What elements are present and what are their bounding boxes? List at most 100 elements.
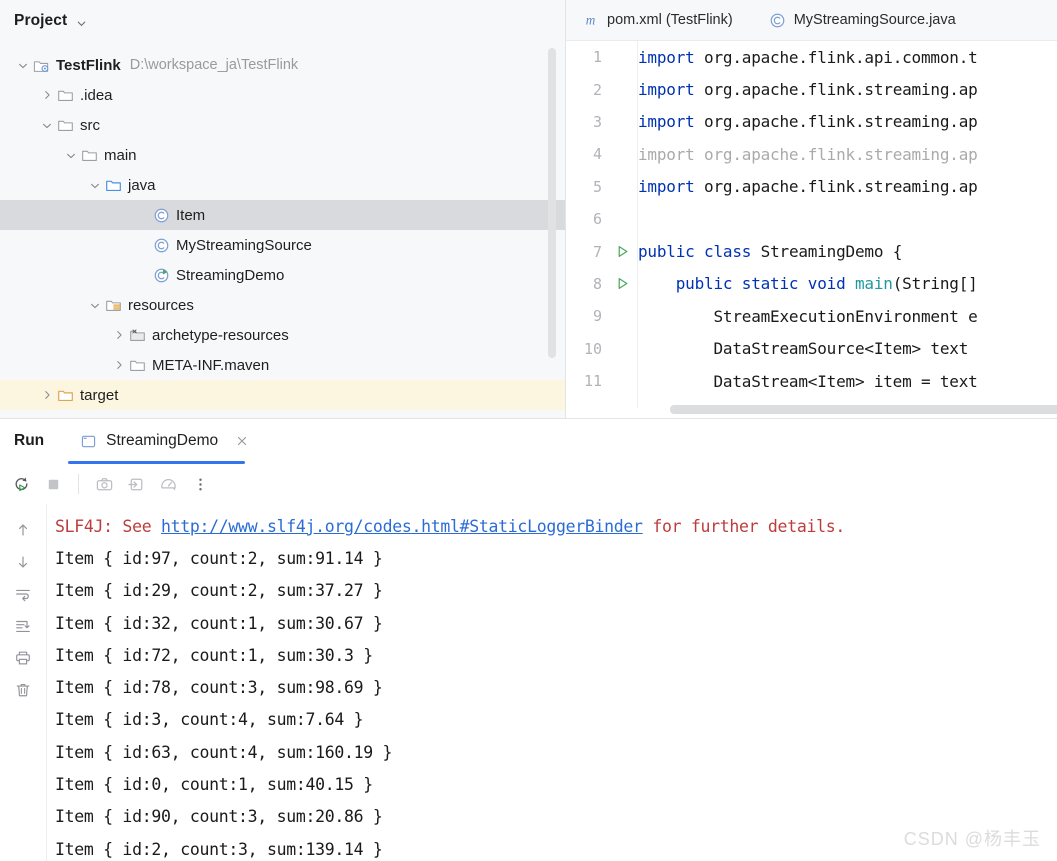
soft-wrap-icon[interactable] (7, 578, 39, 610)
console-line: Item { id:3, count:4, sum:7.64 } (55, 710, 364, 730)
rerun-button[interactable] (6, 469, 36, 499)
scroll-end-icon[interactable] (7, 610, 39, 642)
run-panel-title: Run (14, 432, 45, 449)
camera-icon[interactable] (89, 469, 119, 499)
console-area: SLF4J: See http://www.slf4j.org/codes.ht… (0, 504, 1057, 861)
tree-node-java[interactable]: java (0, 170, 566, 200)
tree-node-target[interactable]: target (0, 380, 566, 410)
svg-text:m: m (586, 12, 596, 27)
run-toolbar (0, 464, 1057, 504)
trash-icon[interactable] (7, 674, 39, 706)
code-line: 10 DataStreamSource<Item> text (566, 333, 1057, 365)
source-root-icon (104, 176, 122, 194)
tree-node--idea[interactable]: .idea (0, 80, 566, 110)
chevron-right-icon[interactable] (38, 386, 56, 404)
code-editor[interactable]: 1 import org.apache.flink.api.common.t 2 im… (566, 41, 1057, 418)
tree-node-label: TestFlink (56, 56, 121, 74)
editor-tab-label: MyStreamingSource.java (793, 12, 956, 28)
chevron-right-icon[interactable] (110, 356, 128, 374)
chevron-down-icon[interactable] (86, 296, 104, 314)
tree-node-archetype-resources[interactable]: archetype-resources (0, 320, 566, 350)
code-line: 5 import org.apache.flink.streaming.ap (566, 171, 1057, 203)
close-icon[interactable] (235, 434, 249, 448)
code-text: import org.apache.flink.streaming.ap (638, 80, 978, 100)
project-tree-scrollbar[interactable] (548, 48, 556, 358)
line-number: 8 (592, 274, 602, 293)
arrow-down-icon[interactable] (7, 546, 39, 578)
run-config-icon (80, 433, 97, 450)
maven-icon: m (582, 12, 599, 29)
export-icon[interactable] (121, 469, 151, 499)
code-text: DataStream<Item> item = text (638, 371, 978, 391)
run-tool-window: Run StreamingDemo SLF4J: See http://www.… (0, 418, 1057, 861)
project-panel-header[interactable]: Project (0, 0, 566, 42)
console-line-slf4j: SLF4J: See http://www.slf4j.org/codes.ht… (55, 510, 1057, 542)
console-line: Item { id:63, count:4, sum:160.19 } (55, 742, 393, 762)
console-hyperlink[interactable]: http://www.slf4j.org/codes.html#StaticLo… (161, 517, 643, 536)
tree-node-label: archetype-resources (152, 326, 289, 344)
chevron-down-icon[interactable] (14, 56, 32, 74)
editor-tab-pom[interactable]: m pom.xml (TestFlink) (566, 0, 753, 40)
editor-tab-mystreamingsource[interactable]: MyStreamingSource.java (753, 0, 976, 40)
folder-icon (56, 86, 74, 104)
run-tab-streamingdemo[interactable]: StreamingDemo (68, 418, 259, 464)
chevron-down-icon[interactable] (38, 116, 56, 134)
editor-tabbar[interactable]: m pom.xml (TestFlink) MyStreamingSource.j… (566, 0, 1057, 40)
more-vertical-icon[interactable] (185, 469, 215, 499)
tree-node-label: StreamingDemo (176, 266, 285, 284)
arrow-up-icon[interactable] (7, 514, 39, 546)
code-line: 3 import org.apache.flink.streaming.ap (566, 106, 1057, 138)
code-line: 11 DataStream<Item> item = text (566, 365, 1057, 397)
line-number: 7 (592, 242, 602, 261)
code-line: 9 StreamExecutionEnvironment e (566, 300, 1057, 332)
tree-node-resources[interactable]: resources (0, 290, 566, 320)
editor-horizontal-scrollbar[interactable] (644, 405, 1057, 414)
tree-node-label: META-INF.maven (152, 356, 270, 374)
tree-node-meta-inf-maven[interactable]: META-INF.maven (0, 350, 566, 380)
tree-node-main[interactable]: main (0, 140, 566, 170)
active-tab-indicator (68, 461, 246, 464)
tree-node-label: MyStreamingSource (176, 236, 312, 254)
line-number: 11 (583, 372, 602, 391)
tree-node-testflink[interactable]: TestFlink D:\workspace_ja\TestFlink (0, 50, 566, 80)
code-line: 6 (566, 203, 1057, 235)
project-tree[interactable]: TestFlink D:\workspace_ja\TestFlink .idea… (0, 42, 566, 410)
stop-button[interactable] (38, 469, 68, 499)
gauge-icon[interactable] (153, 469, 183, 499)
java-class-icon (152, 236, 170, 254)
run-gutter-icon[interactable] (606, 276, 638, 291)
code-line: 1 import org.apache.flink.api.common.t (566, 41, 1057, 73)
chevron-down-icon[interactable] (76, 16, 87, 27)
tree-node-streamingdemo[interactable]: StreamingDemo (0, 260, 566, 290)
chevron-right-icon[interactable] (38, 86, 56, 104)
code-text: DataStreamSource<Item> text (638, 339, 969, 359)
code-line: 7 public class StreamingDemo { (566, 235, 1057, 267)
project-panel-title: Project (14, 12, 68, 29)
top-split: Project TestFlink D:\workspace_ja\TestFli… (0, 0, 1057, 418)
console-output[interactable]: SLF4J: See http://www.slf4j.org/codes.ht… (47, 504, 1057, 861)
tree-node-item[interactable]: Item (0, 200, 566, 230)
line-number: 3 (592, 112, 602, 131)
console-line: Item { id:97, count:2, sum:91.14 } (55, 548, 383, 568)
printer-icon[interactable] (7, 642, 39, 674)
code-text: import org.apache.flink.streaming.ap (638, 112, 978, 132)
folder-icon (128, 356, 146, 374)
chevron-down-icon[interactable] (62, 146, 80, 164)
tree-node-src[interactable]: src (0, 110, 566, 140)
tree-twisty-placeholder (134, 236, 152, 254)
console-text: for further details. (642, 516, 845, 536)
java-class-icon (769, 12, 786, 29)
module-icon (32, 56, 50, 74)
run-gutter-icon[interactable] (606, 244, 638, 259)
tree-node-label: resources (128, 296, 194, 314)
line-number: 1 (592, 48, 602, 67)
code-line: 2 import org.apache.flink.streaming.ap (566, 73, 1057, 105)
tree-node-mystreamingsource[interactable]: MyStreamingSource (0, 230, 566, 260)
folder-icon (56, 116, 74, 134)
project-tool-window: Project TestFlink D:\workspace_ja\TestFli… (0, 0, 566, 418)
code-text: StreamExecutionEnvironment e (638, 306, 978, 326)
chevron-down-icon[interactable] (86, 176, 104, 194)
java-runnable-class-icon (152, 266, 170, 284)
code-text: import org.apache.flink.api.common.t (638, 47, 978, 67)
chevron-right-icon[interactable] (110, 326, 128, 344)
